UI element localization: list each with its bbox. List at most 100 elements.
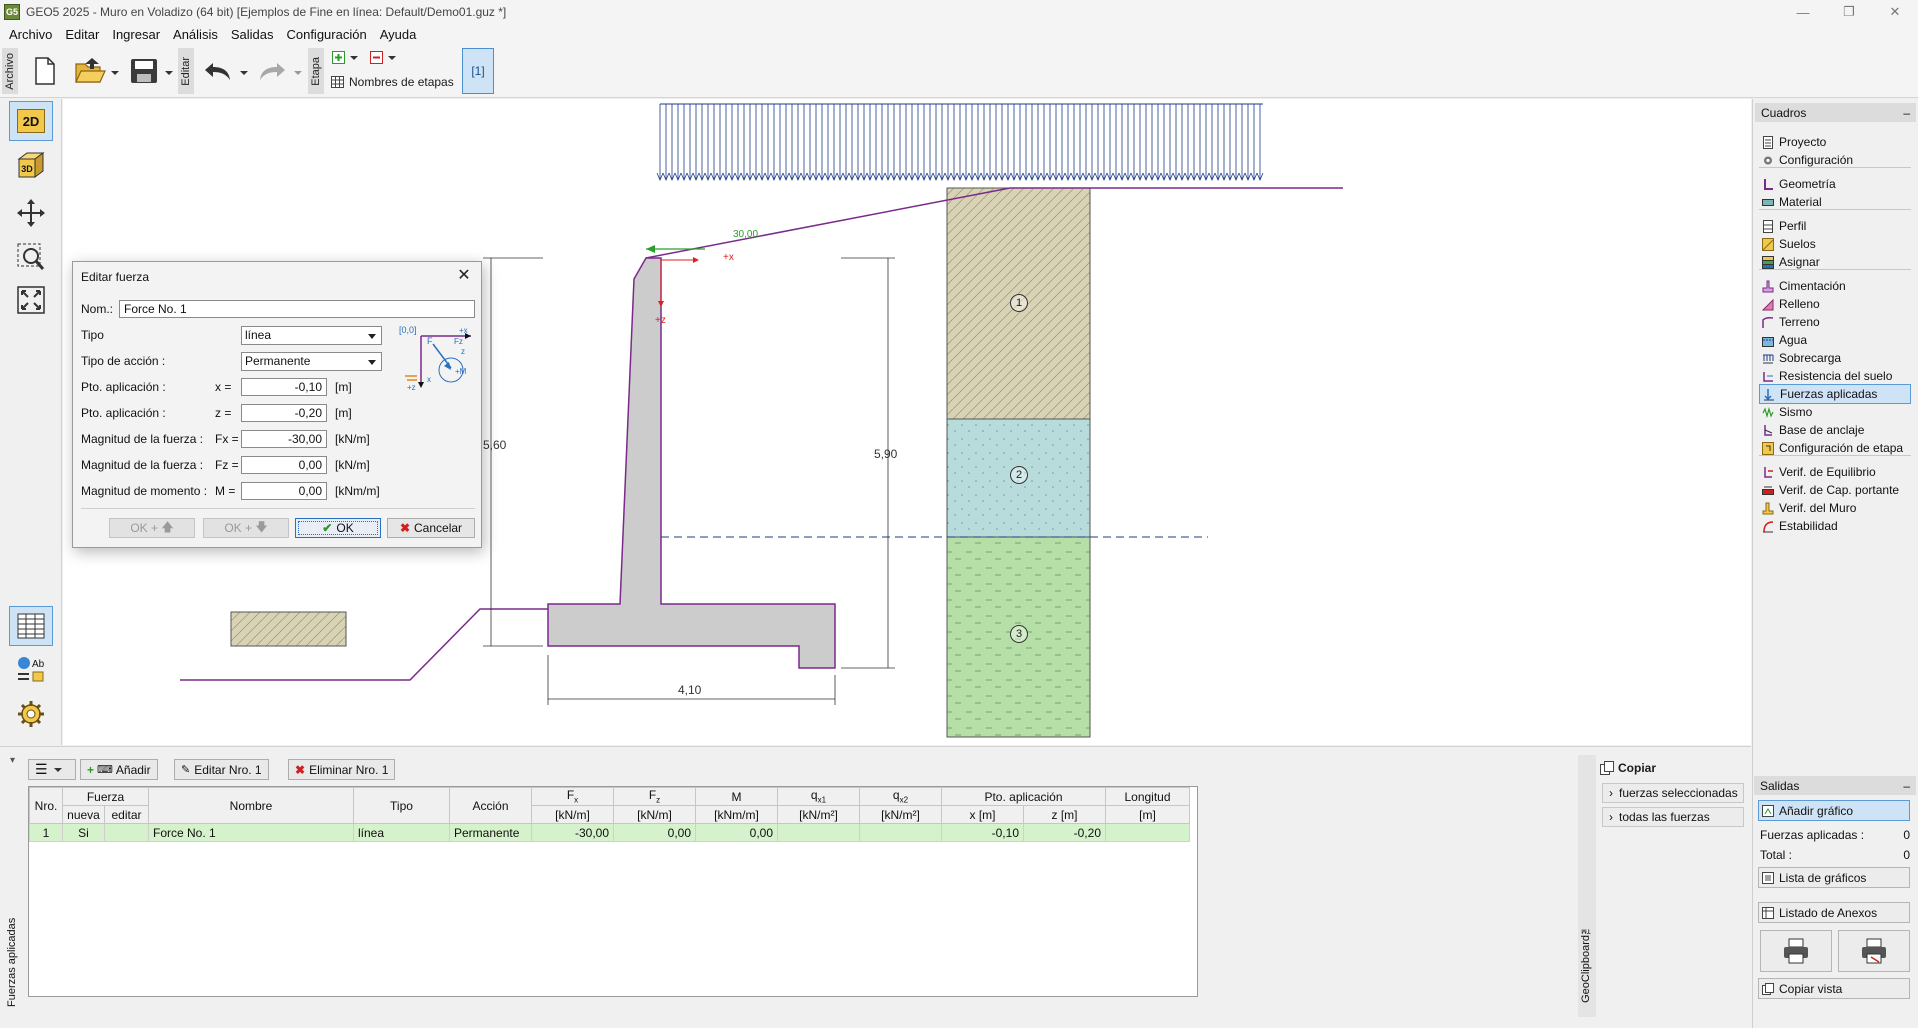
- frame-item-document[interactable]: Proyecto: [1759, 132, 1911, 152]
- settings-button[interactable]: [9, 694, 53, 734]
- frame-item-forces[interactable]: Fuerzas aplicadas: [1759, 384, 1911, 404]
- undo-button[interactable]: [200, 54, 236, 88]
- cancel-x-icon: ✖: [399, 521, 411, 535]
- frame-item-earthquake[interactable]: Sismo: [1759, 402, 1911, 422]
- frame-item-wall-check[interactable]: Verif. del Muro: [1759, 498, 1911, 518]
- frame-item-material[interactable]: Material: [1759, 192, 1911, 212]
- col-tipo: Tipo: [353, 787, 450, 824]
- menu-ingresar[interactable]: Ingresar: [107, 27, 165, 42]
- ok-button[interactable]: ✔ OK: [295, 518, 381, 538]
- save-button[interactable]: [124, 52, 164, 90]
- menu-configuracion[interactable]: Configuración: [281, 27, 371, 42]
- etapa-tab[interactable]: Etapa: [308, 48, 324, 94]
- collapse-frames-button[interactable]: –: [1903, 106, 1910, 120]
- graphics-list-button[interactable]: Lista de gráficos: [1758, 867, 1910, 888]
- frame-item-terrain[interactable]: Terreno: [1759, 312, 1911, 332]
- styles-button[interactable]: Ab: [9, 650, 53, 690]
- save-dropdown-arrow[interactable]: [165, 71, 173, 75]
- geoclipboard-bar[interactable]: GeoClipboard™: [1578, 755, 1596, 1017]
- frame-item-geometry[interactable]: Geometría: [1759, 174, 1911, 194]
- frame-item-profile[interactable]: Perfil: [1759, 216, 1911, 236]
- copy-selected-button[interactable]: › fuerzas seleccionadas: [1602, 783, 1744, 803]
- cancel-button[interactable]: ✖ Cancelar: [387, 518, 475, 538]
- edit-force-dialog: Editar fuerza ✕ Nom.: Tipo línea Tipo de…: [72, 261, 482, 548]
- close-window-button[interactable]: ✕: [1872, 0, 1918, 24]
- add-stage-button[interactable]: [331, 50, 345, 64]
- archivo-tab[interactable]: Archivo: [2, 48, 18, 94]
- list-menu-button[interactable]: ☰: [28, 759, 76, 780]
- frame-item-stability[interactable]: Estabilidad: [1759, 516, 1911, 536]
- pan-button[interactable]: [9, 193, 53, 233]
- collapse-outputs-button[interactable]: –: [1903, 779, 1910, 793]
- zoom-button[interactable]: [9, 237, 53, 277]
- add-force-label: Añadir: [115, 762, 151, 777]
- frame-item-equilibrium[interactable]: Verif. de Equilibrio: [1759, 462, 1911, 482]
- table-icon: [331, 76, 344, 88]
- menu-editar[interactable]: Editar: [60, 27, 104, 42]
- add-graphic-button[interactable]: Añadir gráfico: [1758, 800, 1910, 821]
- print-button[interactable]: [1760, 930, 1832, 972]
- frame-item-soils[interactable]: Suelos: [1759, 234, 1911, 254]
- frame-item-resistance[interactable]: Resistencia del suelo: [1759, 366, 1911, 386]
- total-count-label: Total :: [1760, 848, 1793, 862]
- ok-add-up-button[interactable]: OK + 🡅: [109, 518, 195, 538]
- redo-button[interactable]: [254, 54, 290, 88]
- edit-force-button[interactable]: ✎ Editar Nro. 1: [174, 759, 269, 780]
- app-point-x-input[interactable]: [241, 378, 327, 396]
- frame-item-water[interactable]: Agua: [1759, 330, 1911, 350]
- remove-stage-dropdown[interactable]: [388, 56, 396, 60]
- frame-item-gear[interactable]: Configuración: [1759, 150, 1911, 170]
- cell-tipo: línea: [353, 823, 450, 842]
- add-force-button[interactable]: + ⌨ Añadir: [80, 759, 158, 780]
- frame-item-stage-config[interactable]: Configuración de etapa: [1759, 438, 1911, 458]
- frame-item-bearing[interactable]: Verif. de Cap. portante: [1759, 480, 1911, 500]
- menu-analisis[interactable]: Análisis: [168, 27, 223, 42]
- editar-tab[interactable]: Editar: [178, 48, 194, 94]
- frame-item-assign[interactable]: Asignar: [1759, 252, 1911, 272]
- copy-view-button[interactable]: Copiar vista: [1758, 978, 1910, 999]
- type-select[interactable]: línea: [241, 326, 382, 345]
- force-magnitude-label: 30,00: [733, 229, 759, 240]
- delete-force-button[interactable]: ✖ Eliminar Nro. 1: [288, 759, 396, 780]
- table-row[interactable]: 1 Si Force No. 1 línea Permanente -30,00…: [29, 823, 1190, 842]
- frame-item-backfill[interactable]: Relleno: [1759, 294, 1911, 314]
- force-sign-diagram: [0,0] +x F Fz z +M x +z: [399, 326, 471, 392]
- moment-input[interactable]: [241, 482, 327, 500]
- remove-stage-button[interactable]: [369, 50, 383, 64]
- delete-x-icon: ✖: [295, 762, 306, 777]
- menu-archivo[interactable]: Archivo: [4, 27, 57, 42]
- frame-item-surcharge[interactable]: Sobrecarga: [1759, 348, 1911, 368]
- frame-item-foundation[interactable]: Cimentación: [1759, 276, 1911, 296]
- app-point-z-input[interactable]: [241, 404, 327, 422]
- frame-item-anchor[interactable]: Base de anclaje: [1759, 420, 1911, 440]
- force-name-input[interactable]: [119, 300, 475, 318]
- minimize-button[interactable]: —: [1780, 0, 1826, 24]
- dialog-close-button[interactable]: ✕: [455, 266, 473, 284]
- new-file-button[interactable]: [28, 52, 62, 90]
- view-2d-button[interactable]: 2D: [9, 101, 53, 141]
- table-view-button[interactable]: [9, 606, 53, 646]
- stage-names-button[interactable]: Nombres de etapas: [331, 74, 454, 90]
- action-type-select[interactable]: Permanente: [241, 352, 382, 371]
- open-file-button[interactable]: [70, 52, 110, 90]
- force-fz-input[interactable]: [241, 456, 327, 474]
- force-fx-input[interactable]: [241, 430, 327, 448]
- print-preview-button[interactable]: [1838, 930, 1910, 972]
- undo-dropdown-arrow[interactable]: [240, 71, 248, 75]
- pin-icon[interactable]: ▾: [10, 755, 15, 766]
- view-3d-button[interactable]: 3D: [9, 145, 53, 185]
- menu-ayuda[interactable]: Ayuda: [375, 27, 422, 42]
- redo-dropdown-arrow[interactable]: [294, 71, 302, 75]
- stage-1-button[interactable]: [1]: [462, 48, 494, 94]
- restore-button[interactable]: ❐: [1826, 0, 1872, 24]
- annex-list-button[interactable]: Listado de Anexos: [1758, 902, 1910, 923]
- graphics-list-label: Lista de gráficos: [1779, 870, 1867, 885]
- svg-text:+M: +M: [455, 367, 467, 376]
- fit-view-button[interactable]: [9, 280, 53, 320]
- open-dropdown-arrow[interactable]: [111, 71, 119, 75]
- cell-longitud: [1105, 823, 1190, 842]
- ok-add-down-button[interactable]: OK + 🡇: [203, 518, 289, 538]
- copy-all-button[interactable]: › todas las fuerzas: [1602, 807, 1744, 827]
- add-stage-dropdown[interactable]: [350, 56, 358, 60]
- menu-salidas[interactable]: Salidas: [226, 27, 279, 42]
